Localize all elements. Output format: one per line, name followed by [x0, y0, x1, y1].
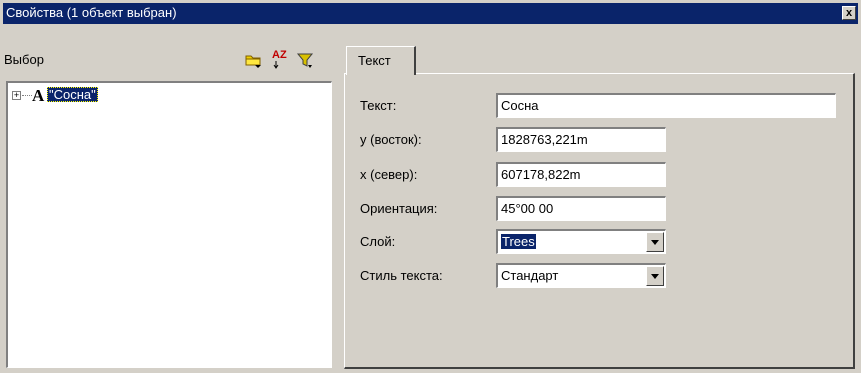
tab-label: Текст — [358, 53, 391, 68]
layer-value: Trees — [501, 234, 536, 249]
selection-header: Выбор AZ — [4, 48, 334, 74]
text-object-icon: A — [32, 86, 45, 105]
properties-window: Свойства (1 объект выбран) x Выбор AZ + … — [0, 0, 861, 373]
north-label: x (север): — [360, 167, 418, 182]
filter-icon[interactable] — [296, 51, 314, 69]
orientation-label: Ориентация: — [360, 201, 438, 216]
style-dropdown-arrow-icon[interactable] — [646, 266, 664, 286]
selection-label: Выбор — [4, 52, 44, 67]
title-bar[interactable]: Свойства (1 объект выбран) x — [3, 3, 858, 24]
text-field[interactable]: Сосна — [496, 93, 836, 118]
text-field-label: Текст: — [360, 98, 397, 113]
sort-az-label: AZ — [272, 49, 287, 61]
east-field[interactable]: 1828763,221m — [496, 127, 666, 152]
text-style-label: Стиль текста: — [360, 268, 443, 283]
expand-toggle[interactable]: + — [12, 91, 21, 100]
folder-icon[interactable] — [244, 51, 262, 69]
orientation-field[interactable]: 45°00 00 — [496, 196, 666, 221]
close-button[interactable]: x — [842, 6, 856, 20]
layer-dropdown-arrow-icon[interactable] — [646, 232, 664, 252]
selection-tree[interactable]: + A "Сосна" — [6, 81, 332, 368]
tab-text[interactable]: Текст — [346, 46, 416, 75]
text-style-select[interactable]: Стандарт — [496, 263, 666, 288]
north-field[interactable]: 607178,822m — [496, 162, 666, 187]
tree-connector — [22, 95, 32, 96]
window-title: Свойства (1 объект выбран) — [6, 5, 177, 20]
layer-label: Слой: — [360, 234, 396, 249]
sort-az-icon[interactable]: AZ — [272, 49, 290, 69]
tree-item-label[interactable]: "Сосна" — [47, 87, 98, 102]
east-label: у (восток): — [360, 132, 422, 147]
layer-select[interactable]: Trees — [496, 229, 666, 254]
text-style-value: Стандарт — [501, 268, 559, 283]
